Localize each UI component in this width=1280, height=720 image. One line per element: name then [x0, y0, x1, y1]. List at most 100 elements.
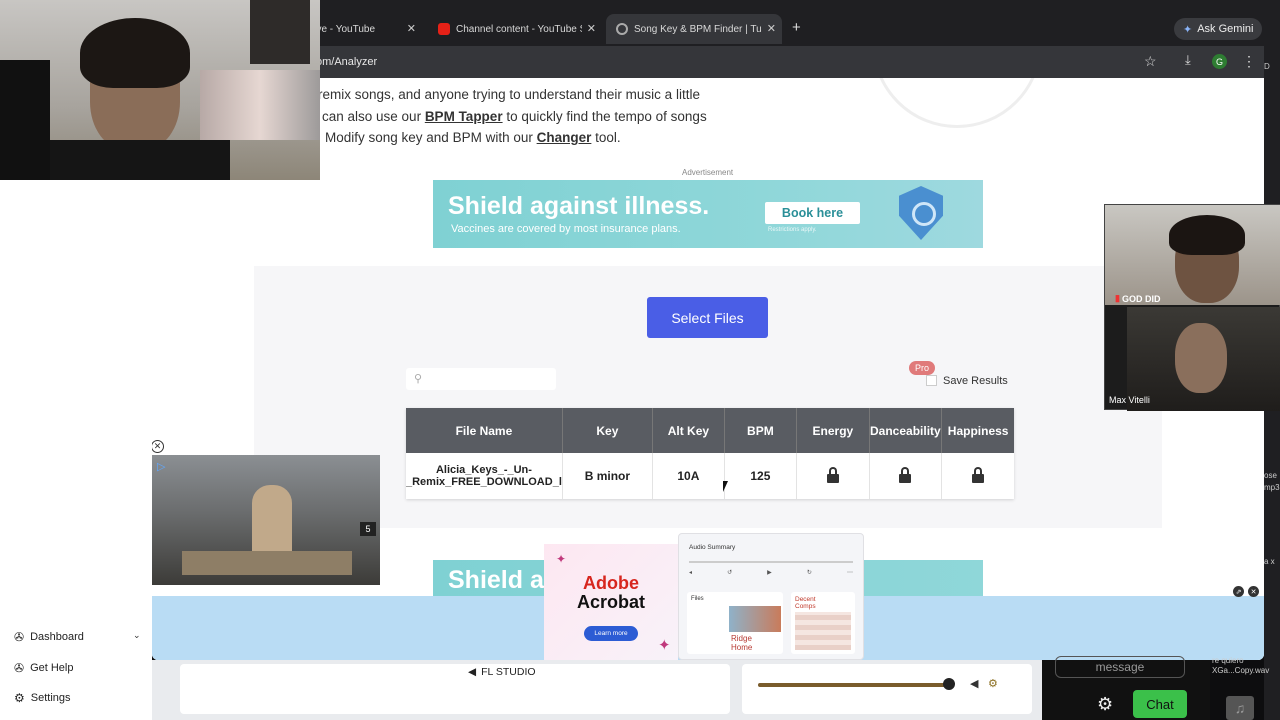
col-energy[interactable]: Energy	[796, 408, 870, 453]
call-participant-bottom	[1127, 307, 1280, 411]
message-input[interactable]: message	[1055, 656, 1185, 678]
changer-link[interactable]: Changer	[537, 130, 592, 145]
rewind-icon: ↺	[727, 570, 733, 576]
cropped-file-list: ose mp3 a x	[1264, 471, 1280, 566]
bottom-strip: ◀ FL STUDIO ◀ ⚙	[152, 660, 1042, 720]
sparkle-icon: ✦	[658, 637, 671, 654]
col-key[interactable]: Key	[562, 408, 653, 453]
search-icon: ⚲	[414, 373, 423, 385]
ad-subtext: Vaccines are covered by most insurance p…	[451, 223, 681, 235]
close-icon[interactable]: ✕	[1248, 586, 1259, 597]
pro-badge: Pro	[909, 361, 935, 375]
webcam-streamer	[0, 0, 320, 180]
select-files-button[interactable]: Select Files	[647, 297, 768, 338]
tunebat-icon	[616, 23, 628, 35]
participant-name-top: ▮ GOD DID	[1115, 293, 1161, 304]
bookmark-star-icon[interactable]: ☆	[1144, 53, 1157, 70]
play-icon: ▷	[157, 461, 166, 473]
cell-energy	[796, 453, 870, 499]
search-input[interactable]: ⚲	[406, 368, 556, 390]
close-icon[interactable]: ✕	[407, 22, 416, 35]
chevron-down-icon[interactable]: ⌄	[133, 630, 141, 641]
lock-icon	[972, 467, 985, 483]
adchoices-icon[interactable]: ⇗	[1233, 586, 1244, 597]
call-participant-top	[1105, 205, 1280, 305]
left-sidebar: ✇ Dashboard ⌄ ✇ Get Help ⚙ Settings	[0, 180, 152, 720]
cell-danceability	[869, 453, 942, 499]
analyzer-panel: Select Files ⚲ Pro Save Results File Nam…	[254, 266, 1162, 528]
menu-kebab-icon[interactable]: ⋮	[1242, 53, 1256, 70]
vaccine-ad-banner[interactable]: Shield against illness. Vaccines are cov…	[433, 180, 983, 248]
audio-progress-bar	[689, 561, 853, 563]
ask-gemini-button[interactable]: ✦ Ask Gemini	[1174, 18, 1263, 40]
cell-alt-key: 10A	[652, 453, 725, 499]
house-image	[729, 606, 781, 632]
sidebar-item-get-help[interactable]: ✇ Get Help	[14, 661, 73, 675]
ad-fineprint: Restrictions apply.	[768, 227, 817, 233]
video-table	[182, 551, 352, 575]
video-ad-overlay[interactable]: ▷ 5	[152, 455, 380, 585]
volume-slider[interactable]	[758, 683, 948, 687]
dashboard-icon: ✇	[14, 630, 25, 644]
gear-icon[interactable]: ⚙	[1097, 694, 1113, 715]
audio-summary-card: Audio Summary ◂ ↺ ▶ ↻ ⋯ Files Ridge Home…	[678, 533, 864, 660]
download-icon[interactable]: ⤓	[1185, 52, 1191, 68]
col-bpm[interactable]: BPM	[724, 408, 797, 453]
save-results-label: Save Results	[943, 375, 1008, 387]
lock-icon	[899, 467, 912, 483]
lock-icon	[826, 467, 839, 483]
sparkle-icon: ✦	[556, 552, 567, 566]
decorative-circle	[872, 78, 1042, 128]
mic-muted-icon: ▮	[1115, 293, 1120, 303]
youtube-icon	[438, 23, 450, 35]
book-here-button[interactable]: Book here	[765, 202, 860, 224]
close-icon[interactable]: ✕	[587, 22, 596, 35]
audio-controls: ◂ ↺ ▶ ↻ ⋯	[689, 569, 853, 581]
skip-countdown: 5	[360, 522, 376, 536]
acrobat-title: Adobe Acrobat	[576, 573, 645, 612]
play-icon: ▶	[767, 570, 772, 576]
results-table: File Name Key Alt Key BPM Energy Danceab…	[406, 408, 1015, 499]
chat-button[interactable]: Chat	[1133, 690, 1187, 718]
audio-summary-title: Audio Summary	[689, 544, 736, 551]
col-file-name[interactable]: File Name	[406, 408, 563, 453]
cell-bpm: 125	[724, 453, 797, 499]
intro-text: remix songs, and anyone trying to unders…	[318, 87, 707, 145]
gear-icon[interactable]: ⚙	[988, 677, 998, 690]
bpm-tapper-link[interactable]: BPM Tapper	[425, 109, 503, 124]
new-tab-button[interactable]: +	[792, 19, 801, 36]
table-row[interactable]: Alicia_Keys_-_Un- _Remix_FREE_DOWNLOAD_l…	[406, 453, 1014, 499]
save-results-checkbox[interactable]	[926, 375, 937, 386]
adobe-acrobat-ad[interactable]: ✦ Adobe Acrobat Learn more ✦	[544, 544, 678, 660]
tab-song-key-bpm[interactable]: Song Key & BPM Finder | Tun ✕	[606, 14, 782, 44]
speaker-icon[interactable]: ◀	[970, 677, 978, 690]
table-header-row: File Name Key Alt Key BPM Energy Danceab…	[406, 408, 1015, 453]
help-icon: ✇	[14, 661, 25, 675]
fl-studio-label: ◀ FL STUDIO	[468, 666, 536, 678]
tab-youtube-live[interactable]: live - YouTube ✕	[302, 14, 422, 44]
cropped-filenames: re quiero XGa...Copy.wav	[1212, 656, 1270, 675]
gemini-sparkle-icon: ✦	[1183, 23, 1193, 36]
col-happiness[interactable]: Happiness	[941, 408, 1015, 453]
volume-icon: ◂	[689, 570, 693, 576]
mouse-cursor	[723, 481, 732, 492]
comps-image	[795, 612, 851, 650]
col-danceability[interactable]: Danceability	[869, 408, 942, 453]
comps-preview: Decent Comps	[791, 592, 855, 654]
col-alt-key[interactable]: Alt Key	[652, 408, 725, 453]
forward-icon: ↻	[806, 570, 812, 576]
cell-happiness	[941, 453, 1014, 499]
volume-slider-knob[interactable]	[943, 678, 955, 690]
profile-avatar[interactable]: G	[1212, 54, 1227, 69]
shield-icon	[899, 186, 943, 240]
sidebar-item-dashboard[interactable]: ✇ Dashboard	[14, 630, 84, 644]
cell-file-name: Alicia_Keys_-_Un- _Remix_FREE_DOWNLOAD_l	[406, 453, 563, 499]
cell-key: B minor	[562, 453, 653, 499]
address-bar[interactable]: om/Analyzer	[302, 50, 1182, 74]
tab-channel-content[interactable]: Channel content - YouTube S ✕	[428, 14, 602, 44]
files-preview: Files Ridge Home	[687, 592, 783, 654]
learn-more-button[interactable]: Learn more	[584, 626, 638, 641]
close-icon[interactable]: ✕	[767, 22, 776, 35]
sidebar-item-settings[interactable]: ⚙ Settings	[14, 691, 71, 705]
close-icon[interactable]: ✕	[151, 440, 164, 453]
